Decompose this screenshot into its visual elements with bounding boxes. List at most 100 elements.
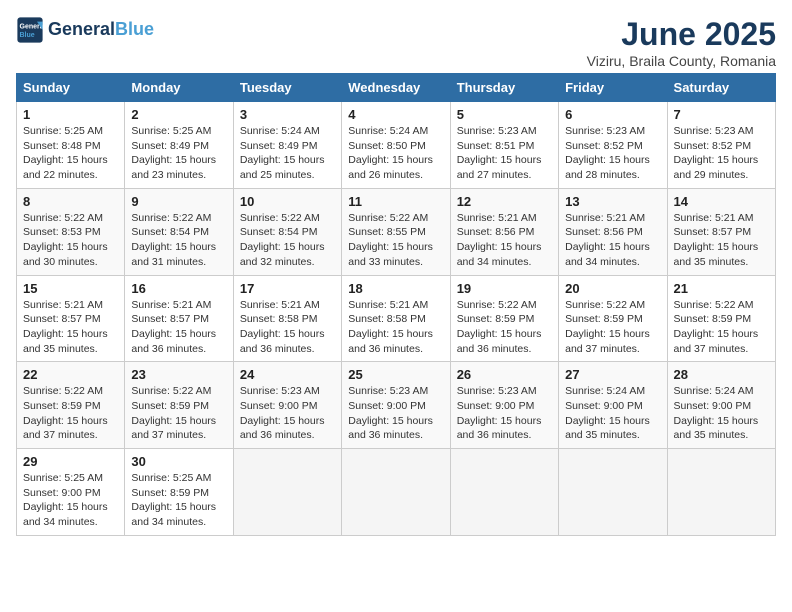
day-number: 10 bbox=[240, 194, 335, 209]
day-info: Sunrise: 5:22 AM Sunset: 8:53 PM Dayligh… bbox=[23, 211, 118, 270]
calendar-week-row: 22 Sunrise: 5:22 AM Sunset: 8:59 PM Dayli… bbox=[17, 362, 776, 449]
day-info: Sunrise: 5:23 AM Sunset: 9:00 PM Dayligh… bbox=[240, 384, 335, 443]
day-info: Sunrise: 5:24 AM Sunset: 8:49 PM Dayligh… bbox=[240, 124, 335, 183]
location-subtitle: Viziru, Braila County, Romania bbox=[587, 53, 776, 69]
day-info: Sunrise: 5:22 AM Sunset: 8:59 PM Dayligh… bbox=[457, 298, 552, 357]
day-info: Sunrise: 5:24 AM Sunset: 9:00 PM Dayligh… bbox=[674, 384, 769, 443]
calendar-day-cell: 3 Sunrise: 5:24 AM Sunset: 8:49 PM Daylig… bbox=[233, 102, 341, 189]
day-number: 9 bbox=[131, 194, 226, 209]
day-number: 8 bbox=[23, 194, 118, 209]
calendar-day-cell: 11 Sunrise: 5:22 AM Sunset: 8:55 PM Dayli… bbox=[342, 188, 450, 275]
calendar-day-cell: 29 Sunrise: 5:25 AM Sunset: 9:00 PM Dayli… bbox=[17, 449, 125, 536]
day-number: 30 bbox=[131, 454, 226, 469]
calendar-day-cell: 2Sunrise: 5:25 AM Sunset: 8:49 PM Daylig… bbox=[125, 102, 233, 189]
calendar-day-cell: 10 Sunrise: 5:22 AM Sunset: 8:54 PM Dayli… bbox=[233, 188, 341, 275]
calendar-day-cell: 27Sunrise: 5:24 AM Sunset: 9:00 PM Dayli… bbox=[559, 362, 667, 449]
calendar-day-cell: 7 Sunrise: 5:23 AM Sunset: 8:52 PM Daylig… bbox=[667, 102, 775, 189]
month-title: June 2025 bbox=[587, 16, 776, 53]
title-area: June 2025 Viziru, Braila County, Romania bbox=[587, 16, 776, 69]
day-info: Sunrise: 5:22 AM Sunset: 8:59 PM Dayligh… bbox=[131, 384, 226, 443]
day-info: Sunrise: 5:25 AM Sunset: 8:49 PM Dayligh… bbox=[131, 124, 226, 183]
calendar-day-cell: 25Sunrise: 5:23 AM Sunset: 9:00 PM Dayli… bbox=[342, 362, 450, 449]
day-info: Sunrise: 5:22 AM Sunset: 8:54 PM Dayligh… bbox=[131, 211, 226, 270]
day-info: Sunrise: 5:22 AM Sunset: 8:55 PM Dayligh… bbox=[348, 211, 443, 270]
weekday-header-sunday: Sunday bbox=[17, 74, 125, 102]
day-info: Sunrise: 5:23 AM Sunset: 8:52 PM Dayligh… bbox=[674, 124, 769, 183]
day-number: 11 bbox=[348, 194, 443, 209]
calendar-day-cell: 30Sunrise: 5:25 AM Sunset: 8:59 PM Dayli… bbox=[125, 449, 233, 536]
day-info: Sunrise: 5:24 AM Sunset: 8:50 PM Dayligh… bbox=[348, 124, 443, 183]
calendar-day-cell: 8 Sunrise: 5:22 AM Sunset: 8:53 PM Daylig… bbox=[17, 188, 125, 275]
day-info: Sunrise: 5:25 AM Sunset: 8:48 PM Dayligh… bbox=[23, 124, 118, 183]
weekday-header-wednesday: Wednesday bbox=[342, 74, 450, 102]
day-info: Sunrise: 5:22 AM Sunset: 8:54 PM Dayligh… bbox=[240, 211, 335, 270]
calendar-day-cell: 20 Sunrise: 5:22 AM Sunset: 8:59 PM Dayli… bbox=[559, 275, 667, 362]
day-info: Sunrise: 5:23 AM Sunset: 9:00 PM Dayligh… bbox=[457, 384, 552, 443]
day-number: 1 bbox=[23, 107, 118, 122]
day-number: 18 bbox=[348, 281, 443, 296]
calendar-day-cell: 15Sunrise: 5:21 AM Sunset: 8:57 PM Dayli… bbox=[17, 275, 125, 362]
calendar-day-cell: 23Sunrise: 5:22 AM Sunset: 8:59 PM Dayli… bbox=[125, 362, 233, 449]
day-number: 26 bbox=[457, 367, 552, 382]
svg-text:Blue: Blue bbox=[20, 32, 35, 39]
day-number: 14 bbox=[674, 194, 769, 209]
calendar-day-cell: 12Sunrise: 5:21 AM Sunset: 8:56 PM Dayli… bbox=[450, 188, 558, 275]
day-number: 7 bbox=[674, 107, 769, 122]
calendar-day-cell: 1 Sunrise: 5:25 AM Sunset: 8:48 PM Daylig… bbox=[17, 102, 125, 189]
calendar-day-cell: 4 Sunrise: 5:24 AM Sunset: 8:50 PM Daylig… bbox=[342, 102, 450, 189]
day-info: Sunrise: 5:21 AM Sunset: 8:57 PM Dayligh… bbox=[674, 211, 769, 270]
empty-cell bbox=[667, 449, 775, 536]
calendar-day-cell: 13 Sunrise: 5:21 AM Sunset: 8:56 PM Dayli… bbox=[559, 188, 667, 275]
day-info: Sunrise: 5:22 AM Sunset: 8:59 PM Dayligh… bbox=[674, 298, 769, 357]
day-info: Sunrise: 5:25 AM Sunset: 9:00 PM Dayligh… bbox=[23, 471, 118, 530]
day-number: 28 bbox=[674, 367, 769, 382]
calendar-day-cell: 5 Sunrise: 5:23 AM Sunset: 8:51 PM Daylig… bbox=[450, 102, 558, 189]
calendar-day-cell: 16 Sunrise: 5:21 AM Sunset: 8:57 PM Dayli… bbox=[125, 275, 233, 362]
weekday-header-thursday: Thursday bbox=[450, 74, 558, 102]
calendar-day-cell: 19 Sunrise: 5:22 AM Sunset: 8:59 PM Dayli… bbox=[450, 275, 558, 362]
calendar-week-row: 29 Sunrise: 5:25 AM Sunset: 9:00 PM Dayli… bbox=[17, 449, 776, 536]
day-info: Sunrise: 5:21 AM Sunset: 8:58 PM Dayligh… bbox=[348, 298, 443, 357]
day-info: Sunrise: 5:21 AM Sunset: 8:58 PM Dayligh… bbox=[240, 298, 335, 357]
calendar-day-cell: 17Sunrise: 5:21 AM Sunset: 8:58 PM Dayli… bbox=[233, 275, 341, 362]
day-number: 13 bbox=[565, 194, 660, 209]
day-number: 6 bbox=[565, 107, 660, 122]
day-number: 22 bbox=[23, 367, 118, 382]
calendar-day-cell: 9 Sunrise: 5:22 AM Sunset: 8:54 PM Daylig… bbox=[125, 188, 233, 275]
calendar-day-cell: 6 Sunrise: 5:23 AM Sunset: 8:52 PM Daylig… bbox=[559, 102, 667, 189]
day-number: 19 bbox=[457, 281, 552, 296]
day-info: Sunrise: 5:23 AM Sunset: 8:52 PM Dayligh… bbox=[565, 124, 660, 183]
day-info: Sunrise: 5:21 AM Sunset: 8:56 PM Dayligh… bbox=[457, 211, 552, 270]
day-number: 21 bbox=[674, 281, 769, 296]
day-info: Sunrise: 5:23 AM Sunset: 8:51 PM Dayligh… bbox=[457, 124, 552, 183]
weekday-header-friday: Friday bbox=[559, 74, 667, 102]
day-number: 27 bbox=[565, 367, 660, 382]
calendar-week-row: 1 Sunrise: 5:25 AM Sunset: 8:48 PM Daylig… bbox=[17, 102, 776, 189]
calendar-table: SundayMondayTuesdayWednesdayThursdayFrid… bbox=[16, 73, 776, 536]
day-number: 16 bbox=[131, 281, 226, 296]
calendar-day-cell: 24 Sunrise: 5:23 AM Sunset: 9:00 PM Dayli… bbox=[233, 362, 341, 449]
calendar-day-cell: 26 Sunrise: 5:23 AM Sunset: 9:00 PM Dayli… bbox=[450, 362, 558, 449]
empty-cell bbox=[450, 449, 558, 536]
day-number: 3 bbox=[240, 107, 335, 122]
day-info: Sunrise: 5:23 AM Sunset: 9:00 PM Dayligh… bbox=[348, 384, 443, 443]
day-number: 24 bbox=[240, 367, 335, 382]
day-info: Sunrise: 5:21 AM Sunset: 8:56 PM Dayligh… bbox=[565, 211, 660, 270]
page-header: General Blue GeneralBlue June 2025 Vizir… bbox=[16, 16, 776, 69]
day-number: 29 bbox=[23, 454, 118, 469]
day-info: Sunrise: 5:21 AM Sunset: 8:57 PM Dayligh… bbox=[23, 298, 118, 357]
empty-cell bbox=[342, 449, 450, 536]
calendar-week-row: 8 Sunrise: 5:22 AM Sunset: 8:53 PM Daylig… bbox=[17, 188, 776, 275]
day-number: 5 bbox=[457, 107, 552, 122]
empty-cell bbox=[233, 449, 341, 536]
day-info: Sunrise: 5:21 AM Sunset: 8:57 PM Dayligh… bbox=[131, 298, 226, 357]
calendar-day-cell: 21 Sunrise: 5:22 AM Sunset: 8:59 PM Dayli… bbox=[667, 275, 775, 362]
day-number: 20 bbox=[565, 281, 660, 296]
calendar-week-row: 15Sunrise: 5:21 AM Sunset: 8:57 PM Dayli… bbox=[17, 275, 776, 362]
weekday-header-tuesday: Tuesday bbox=[233, 74, 341, 102]
calendar-day-cell: 28 Sunrise: 5:24 AM Sunset: 9:00 PM Dayli… bbox=[667, 362, 775, 449]
day-info: Sunrise: 5:22 AM Sunset: 8:59 PM Dayligh… bbox=[565, 298, 660, 357]
logo-name: GeneralBlue bbox=[48, 20, 154, 40]
weekday-header-monday: Monday bbox=[125, 74, 233, 102]
day-number: 4 bbox=[348, 107, 443, 122]
